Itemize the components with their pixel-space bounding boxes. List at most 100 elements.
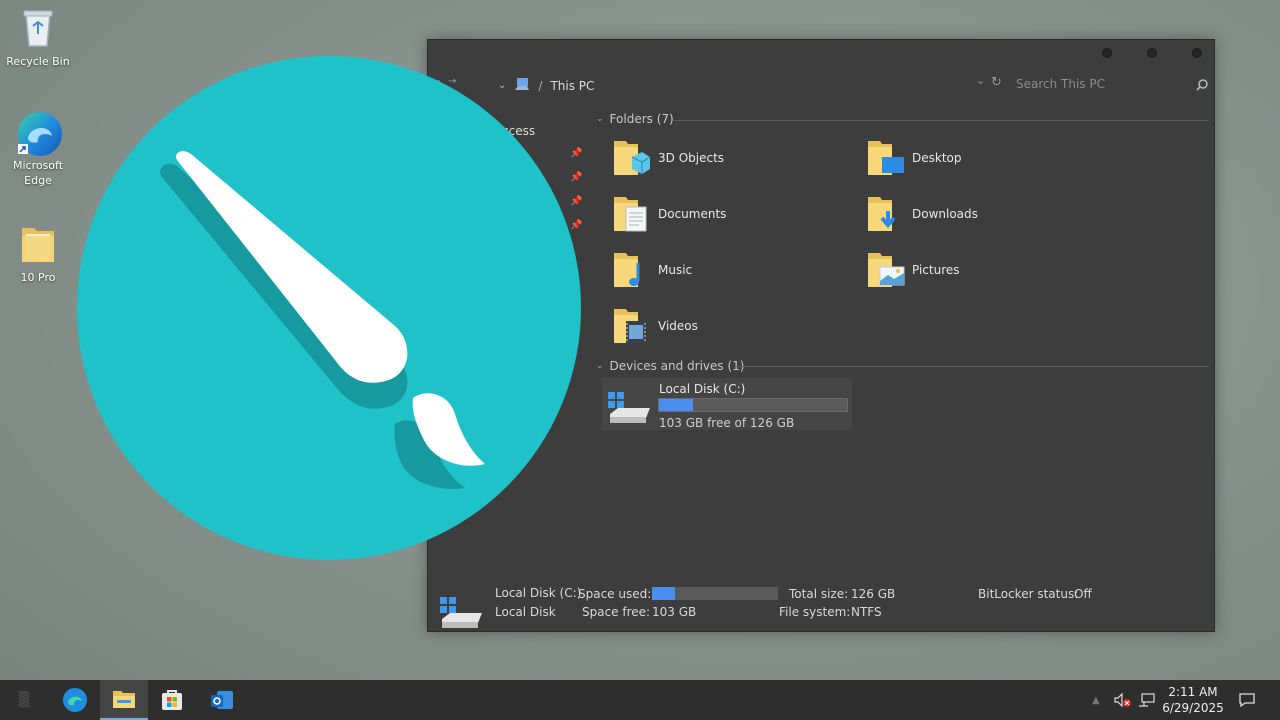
total-size-value: 126 GB: [851, 587, 896, 601]
group-title: Devices and drives (1): [609, 359, 745, 373]
desktop-icon-recycle-bin[interactable]: Recycle Bin: [4, 6, 72, 69]
space-used-fill: [652, 587, 675, 600]
task-view-button[interactable]: ▒: [0, 680, 48, 720]
search-input[interactable]: Search This PC: [1016, 77, 1105, 91]
bitlocker-value: Off: [1074, 587, 1092, 601]
hard-drive-icon: [438, 595, 484, 631]
task-view-icon: ▒: [18, 692, 30, 708]
folder-pictures[interactable]: Pictures: [866, 248, 1106, 292]
folder-documents[interactable]: Documents: [612, 192, 852, 236]
pin-icon: 📌: [570, 148, 583, 159]
3d-objects-folder-icon: [612, 137, 652, 179]
space-free-label: Space free:: [582, 605, 651, 619]
address-bar: ← → ⌄ / This PC ⌄ ↻ Search This PC: [428, 72, 1214, 98]
volume-muted-icon: [1114, 692, 1131, 708]
system-clock[interactable]: 2:11 AM 6/29/2025: [1160, 684, 1226, 716]
edge-icon: [63, 688, 87, 712]
chevron-down-icon[interactable]: ⌄: [498, 80, 506, 91]
folder-videos[interactable]: Videos: [612, 304, 852, 348]
folder-name: Desktop: [912, 151, 962, 165]
music-folder-icon: [612, 249, 652, 291]
details-drive-type: Local Disk: [495, 605, 556, 619]
paint-app-logo: [77, 56, 581, 560]
edge-taskbar-button[interactable]: [51, 680, 99, 720]
pin-icon: 📌: [570, 196, 583, 207]
videos-folder-icon: [612, 305, 652, 347]
clock-time: 2:11 AM: [1168, 685, 1218, 699]
breadcrumb-location[interactable]: This PC: [550, 79, 594, 93]
details-drive-name: Local Disk (C:): [495, 586, 582, 600]
notification-icon: [1239, 693, 1255, 708]
network-button[interactable]: [1138, 680, 1156, 720]
chevron-down-icon: ⌄: [596, 361, 604, 371]
drive-free-space: 103 GB free of 126 GB: [659, 416, 795, 430]
desktop-icon-label: Microsoft Edge: [12, 159, 64, 187]
desktop-icon-label: Recycle Bin: [6, 55, 70, 68]
pin-icon: 📌: [570, 172, 583, 183]
store-taskbar-button[interactable]: [148, 680, 196, 720]
drive-local-disk-c[interactable]: Local Disk (C:) 103 GB free of 126 GB: [602, 378, 852, 430]
folder-music[interactable]: Music: [612, 248, 852, 292]
folder-icon: [16, 222, 60, 266]
network-icon: [1139, 693, 1155, 707]
desktop-icon-10-pro[interactable]: 10 Pro: [4, 222, 72, 285]
desktop-folder-icon: [866, 137, 906, 179]
folder-name: Music: [658, 263, 693, 277]
minimize-button[interactable]: [1102, 48, 1112, 58]
close-button[interactable]: [1192, 48, 1202, 58]
desktop-icon-edge[interactable]: Microsoft Edge: [4, 110, 72, 188]
folder-name: Documents: [658, 207, 727, 221]
search-icon[interactable]: [1196, 76, 1208, 95]
folder-desktop[interactable]: Desktop: [866, 136, 1106, 180]
group-title: Folders (7): [609, 112, 674, 126]
folder-3d-objects[interactable]: 3D Objects: [612, 136, 852, 180]
hard-drive-icon: [606, 390, 652, 430]
devices-group-header[interactable]: ⌄ Devices and drives (1): [596, 359, 744, 373]
bitlocker-label: BitLocker status:: [978, 587, 1079, 601]
folder-downloads[interactable]: Downloads: [866, 192, 1106, 236]
pictures-folder-icon: [866, 249, 906, 291]
address-history-icon[interactable]: ⌄: [976, 74, 985, 87]
show-hidden-icons-button[interactable]: ▲: [1092, 680, 1100, 720]
folder-name: 3D Objects: [658, 151, 725, 165]
breadcrumb[interactable]: ⌄ / This PC: [498, 77, 594, 94]
folder-name: Downloads: [912, 207, 978, 221]
drive-usage-bar: [658, 398, 848, 412]
this-pc-icon: [514, 77, 530, 94]
file-system-label: File system:: [779, 605, 851, 619]
window-controls: [1102, 48, 1202, 58]
divider: [674, 120, 1209, 121]
volume-button[interactable]: [1114, 680, 1132, 720]
total-size-label: Total size:: [789, 587, 849, 601]
chevron-up-icon: ▲: [1092, 694, 1100, 706]
refresh-icon[interactable]: ↻: [991, 75, 1002, 90]
divider: [734, 366, 1209, 367]
folder-name: Pictures: [912, 263, 960, 277]
recycle-bin-icon: [16, 6, 60, 50]
outlook-taskbar-button[interactable]: [198, 680, 246, 720]
outlook-icon: [211, 691, 233, 709]
drive-usage-fill: [659, 399, 693, 411]
downloads-folder-icon: [866, 193, 906, 235]
desktop-icon-label: 10 Pro: [20, 271, 56, 284]
file-system-value: NTFS: [851, 605, 882, 619]
chevron-down-icon: ⌄: [596, 114, 604, 124]
clock-date: 6/29/2025: [1162, 701, 1224, 715]
space-free-value: 103 GB: [652, 605, 697, 619]
paint-brush-icon: [160, 151, 485, 490]
forward-icon[interactable]: →: [448, 76, 456, 87]
folder-name: Videos: [658, 319, 698, 333]
drive-name: Local Disk (C:): [659, 382, 746, 396]
notification-center-button[interactable]: [1238, 680, 1256, 720]
file-explorer-taskbar-button[interactable]: [100, 680, 148, 720]
folders-group-header[interactable]: ⌄ Folders (7): [596, 112, 674, 126]
taskbar: ▒ ▲ 2:11 AM 6/29/2025: [0, 680, 1280, 720]
pin-icon: 📌: [570, 220, 583, 231]
edge-icon: [16, 110, 62, 156]
maximize-button[interactable]: [1147, 48, 1157, 58]
breadcrumb-separator: /: [538, 78, 543, 93]
store-icon: [162, 690, 182, 710]
space-used-label: Space used:: [578, 587, 652, 601]
details-pane: Local Disk (C:) Local Disk Space used: S…: [428, 575, 1214, 631]
space-used-bar: [652, 587, 778, 600]
